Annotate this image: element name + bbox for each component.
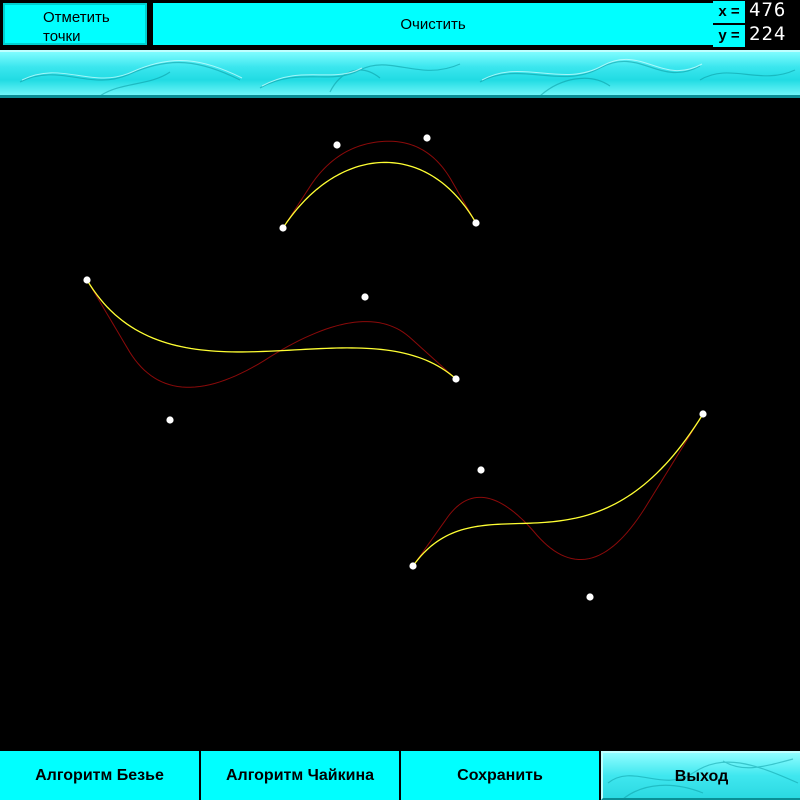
- control-point[interactable]: [699, 410, 707, 418]
- bezier-algorithm-button[interactable]: Алгоритм Безье: [0, 751, 199, 800]
- save-button[interactable]: Сохранить: [401, 751, 599, 800]
- x-coordinate-label: x =: [713, 1, 745, 23]
- x-coordinate-value: 476: [749, 0, 787, 21]
- chaikin-curve-3: [412, 413, 704, 567]
- y-coordinate-row: y = 224: [713, 23, 800, 48]
- top-toolbar: Отметить точки Очистить x = 476 y = 224: [0, 0, 800, 48]
- chaikin-algorithm-button[interactable]: Алгоритм Чайкина: [201, 751, 399, 800]
- control-point[interactable]: [361, 293, 369, 301]
- bezier-curve-2: [86, 279, 457, 380]
- control-point[interactable]: [333, 141, 341, 149]
- bezier-curve-1: [282, 161, 477, 229]
- control-point[interactable]: [452, 375, 460, 383]
- chaikin-curve-1: [282, 140, 477, 229]
- bottom-toolbar: Алгоритм Безье Алгоритм Чайкина Сохранит…: [0, 750, 800, 800]
- chaikin-algorithm-label: Алгоритм Чайкина: [225, 766, 375, 784]
- clear-button[interactable]: Очистить: [153, 3, 713, 45]
- drawing-canvas[interactable]: 4: [0, 100, 800, 769]
- mark-points-label-line1: Отметить: [43, 9, 110, 26]
- mark-points-button[interactable]: Отметить точки: [3, 3, 147, 45]
- control-point[interactable]: [472, 219, 480, 227]
- bezier-algorithm-label: Алгоритм Безье: [35, 766, 164, 784]
- x-coordinate-row: x = 476: [713, 0, 800, 24]
- mark-points-label-line2: точки: [43, 28, 81, 45]
- save-label: Сохранить: [457, 766, 543, 784]
- control-point[interactable]: [423, 134, 431, 142]
- control-point[interactable]: [166, 416, 174, 424]
- control-point[interactable]: [83, 276, 91, 284]
- control-point[interactable]: [279, 224, 287, 232]
- clear-label: Очистить: [400, 15, 466, 33]
- y-coordinate-value: 224: [749, 23, 787, 45]
- banner-texture: [19, 59, 796, 95]
- curves-svg: [83, 134, 707, 601]
- control-point[interactable]: [586, 593, 594, 601]
- coordinates-readout: x = 476 y = 224: [713, 0, 800, 48]
- exit-button[interactable]: Выход: [601, 751, 800, 800]
- exit-label: Выход: [674, 767, 729, 785]
- control-point[interactable]: [477, 466, 485, 474]
- textured-banner: [0, 50, 800, 98]
- y-coordinate-label: y =: [713, 25, 745, 47]
- control-point[interactable]: [409, 562, 417, 570]
- bezier-curve-3: [412, 413, 704, 567]
